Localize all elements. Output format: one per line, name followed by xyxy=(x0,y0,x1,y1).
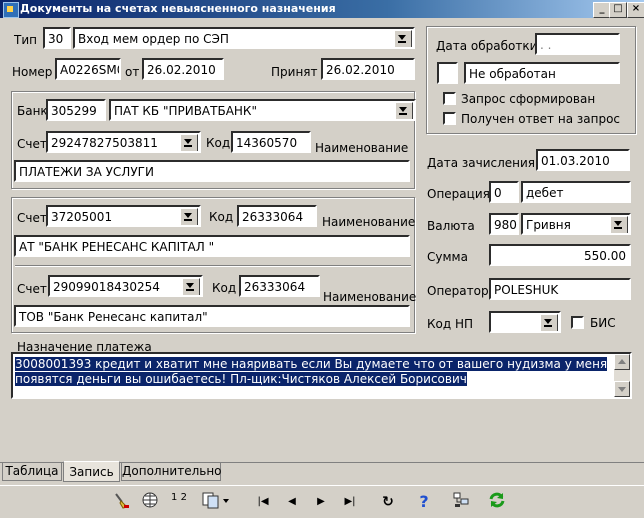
scroll-down-icon xyxy=(618,387,626,392)
grid-globe-icon[interactable] xyxy=(139,491,161,513)
recipient-separator xyxy=(15,265,411,267)
status-code-field[interactable] xyxy=(437,62,458,84)
bank-code-field[interactable]: 305299 xyxy=(46,99,106,121)
close-button[interactable]: × xyxy=(627,2,644,18)
request-formed-label: Запрос сформирован xyxy=(461,92,596,106)
bank-label: Банк xyxy=(17,104,48,118)
dropdown-icon[interactable] xyxy=(394,30,412,47)
refresh-icon[interactable]: ↻ xyxy=(377,491,399,513)
next-record-icon[interactable]: ▶ xyxy=(310,491,332,513)
tree-settings-icon[interactable] xyxy=(450,491,472,513)
currency-select[interactable]: Гривня xyxy=(521,213,631,235)
payer-code-field[interactable]: 14360570 xyxy=(231,131,311,153)
currency-code-field[interactable]: 980 xyxy=(489,213,519,235)
recipient1-account-label: Счет xyxy=(17,211,47,225)
processing-date-label: Дата обработки xyxy=(436,39,538,53)
np-code-select[interactable] xyxy=(489,311,561,333)
recipient1-account-select[interactable]: 37205001 xyxy=(46,205,201,227)
sync-icon[interactable] xyxy=(486,491,508,513)
operator-label: Оператор xyxy=(427,284,489,298)
payer-code-label: Код xyxy=(206,136,231,150)
type-label: Тип xyxy=(14,33,37,47)
currency-label: Валюта xyxy=(427,219,475,233)
np-code-label: Код НП xyxy=(427,317,474,331)
amount-label: Сумма xyxy=(427,250,468,264)
operation-label: Операция xyxy=(427,187,490,201)
payer-name-label: Наименование xyxy=(315,141,409,155)
accepted-label: Принят xyxy=(271,65,318,79)
credit-date-label: Дата зачисления xyxy=(427,156,536,170)
operation-code-field[interactable]: 0 xyxy=(489,181,519,203)
recipient2-code-label: Код xyxy=(212,281,237,295)
payer-account-select[interactable]: 29247827503811 xyxy=(46,131,201,153)
dropdown-icon[interactable] xyxy=(182,278,200,295)
recipient1-name-field[interactable]: АТ "БАНК РЕНЕСАНС КАПІТАЛ " xyxy=(14,235,410,257)
scroll-down-button[interactable] xyxy=(614,381,630,397)
payer-account-value: 29247827503811 xyxy=(51,136,158,150)
amount-field[interactable]: 550.00 xyxy=(489,244,631,266)
recipient2-account-label: Счет xyxy=(17,282,47,296)
prev-record-icon[interactable]: ◀ xyxy=(281,491,303,513)
copy-dropdown-icon[interactable] xyxy=(202,491,229,513)
status-field[interactable]: Не обработан xyxy=(464,62,620,84)
type-name-select[interactable]: Вход мем ордер по СЭП xyxy=(73,27,415,49)
type-name-value: Вход мем ордер по СЭП xyxy=(78,32,229,46)
answer-received-checkbox[interactable] xyxy=(443,112,456,125)
payer-account-label: Счет xyxy=(17,137,47,151)
bis-checkbox[interactable] xyxy=(571,316,584,329)
purpose-line1: 3008001393 кредит и хватит мне наяривать… xyxy=(15,357,608,371)
dropdown-icon[interactable] xyxy=(180,208,198,225)
recipient1-account-value: 37205001 xyxy=(51,210,113,224)
scroll-up-icon xyxy=(618,359,626,364)
dropdown-icon[interactable] xyxy=(540,314,558,331)
dropdown-icon[interactable] xyxy=(395,102,413,119)
last-record-icon[interactable]: ▶| xyxy=(339,491,361,513)
purpose-memo[interactable]: 3008001393 кредит и хватит мне наяривать… xyxy=(11,352,632,399)
title-bar: Документы на счетах невыясненного назнач… xyxy=(0,0,644,18)
tab-table[interactable]: Таблица xyxy=(2,463,62,481)
scroll-up-button[interactable] xyxy=(614,354,630,370)
answer-received-label: Получен ответ на запрос xyxy=(461,112,621,126)
processing-date-field[interactable]: . . xyxy=(535,33,620,55)
clear-filter-icon[interactable] xyxy=(111,491,133,513)
type-code-field[interactable]: 30 xyxy=(43,27,71,49)
dropdown-icon[interactable] xyxy=(610,216,628,233)
recipient1-name-label: Наименование xyxy=(322,215,416,229)
bis-label: БИС xyxy=(590,316,616,330)
request-formed-checkbox[interactable] xyxy=(443,92,456,105)
payer-name-field[interactable]: ПЛАТЕЖИ ЗА УСЛУГИ xyxy=(14,160,410,182)
recipient1-code-label: Код xyxy=(209,210,234,224)
recipient1-code-field[interactable]: 26333064 xyxy=(237,205,317,227)
recipient2-account-select[interactable]: 29099018430254 xyxy=(48,275,203,297)
window-title: Документы на счетах невыясненного назнач… xyxy=(20,2,336,15)
dropdown-icon[interactable] xyxy=(180,134,198,151)
purpose-line2: появятся деньги вы ошибаетесь! Пл-щик:Чи… xyxy=(15,372,467,386)
tab-record[interactable]: Запись xyxy=(63,461,120,482)
tab-additional[interactable]: Дополнительно xyxy=(121,463,222,481)
from-date-field[interactable]: 26.02.2010 xyxy=(142,58,224,80)
accepted-date-field[interactable]: 26.02.2010 xyxy=(321,58,415,80)
recipient2-name-label: Наименование xyxy=(323,290,417,304)
number-field[interactable]: A0226SM0 xyxy=(55,58,121,80)
bank-name-select[interactable]: ПАТ КБ "ПРИВАТБАНК" xyxy=(109,99,416,121)
bank-name-value: ПАТ КБ "ПРИВАТБАНК" xyxy=(114,104,257,118)
from-label: от xyxy=(125,65,140,79)
maximize-button[interactable]: □ xyxy=(609,2,627,18)
recipient2-name-field[interactable]: ТОВ "Банк Ренесанс капитал" xyxy=(14,305,410,327)
operator-field[interactable]: POLESHUK xyxy=(489,278,631,300)
purpose-scrollbar[interactable] xyxy=(614,354,630,397)
app-icon xyxy=(3,2,19,18)
sort-icon[interactable]: 1 2 xyxy=(168,491,190,514)
help-icon[interactable]: ? xyxy=(413,491,435,513)
first-record-icon[interactable]: |◀ xyxy=(252,491,274,513)
operation-name-field[interactable]: дебет xyxy=(521,181,631,203)
recipient2-account-value: 29099018430254 xyxy=(53,280,160,294)
currency-name-value: Гривня xyxy=(526,218,571,232)
credit-date-field[interactable]: 01.03.2010 xyxy=(536,149,630,171)
number-label: Номер xyxy=(12,65,53,79)
recipient2-code-field[interactable]: 26333064 xyxy=(239,275,320,297)
